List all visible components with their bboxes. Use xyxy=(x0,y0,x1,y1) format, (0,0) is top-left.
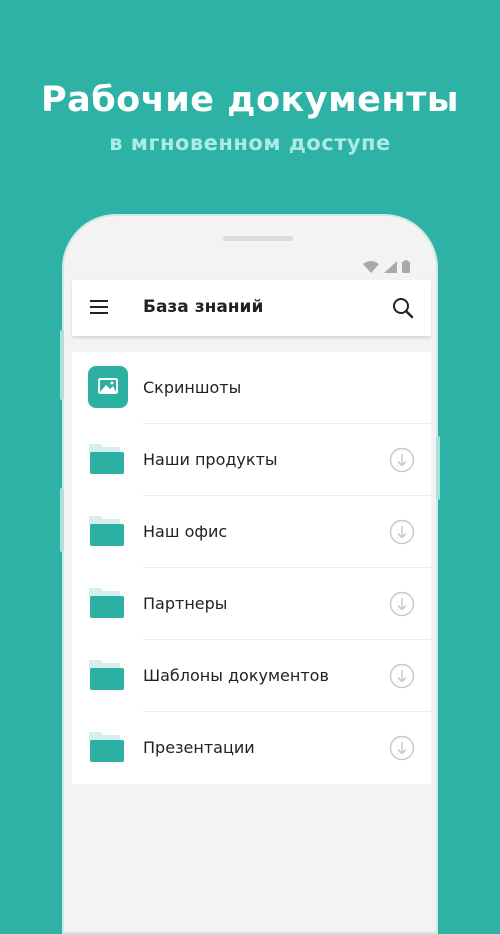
hamburger-menu-icon[interactable] xyxy=(90,300,108,314)
download-icon[interactable] xyxy=(389,519,415,545)
list-item[interactable]: Шаблоны документов xyxy=(72,640,431,712)
folder-icon xyxy=(88,510,128,552)
signal-icon xyxy=(384,260,397,273)
list-item[interactable]: Наши продукты xyxy=(72,424,431,496)
image-folder-icon xyxy=(88,366,128,408)
download-icon[interactable] xyxy=(389,447,415,473)
phone-speaker xyxy=(223,236,293,241)
list-item-label: Презентации xyxy=(143,738,255,757)
promo-subline: в мгновенном доступе xyxy=(109,131,391,155)
list-item-label: Партнеры xyxy=(143,594,228,613)
search-icon[interactable] xyxy=(392,297,414,319)
phone-side-button xyxy=(60,488,64,552)
list-item[interactable]: Презентации xyxy=(72,712,431,784)
folder-icon xyxy=(88,726,128,768)
list-item-label: Шаблоны документов xyxy=(143,666,329,685)
promo-headline: Рабочие документы xyxy=(40,80,460,120)
status-bar xyxy=(363,260,410,273)
list-item[interactable]: Наш офис xyxy=(72,496,431,568)
folder-icon xyxy=(88,582,128,624)
folder-icon xyxy=(88,654,128,696)
list-item-label: Наш офис xyxy=(143,522,228,541)
list-item[interactable]: Скриншоты xyxy=(72,352,431,424)
battery-icon xyxy=(402,260,410,273)
download-icon[interactable] xyxy=(389,591,415,617)
list-item[interactable]: Партнеры xyxy=(72,568,431,640)
phone-side-button xyxy=(60,330,64,400)
download-icon[interactable] xyxy=(389,663,415,689)
folder-list: Скриншоты Наши продукты Наш офис Партнер… xyxy=(72,352,431,784)
download-icon[interactable] xyxy=(389,735,415,761)
phone-power-button xyxy=(436,436,440,500)
app-title: База знаний xyxy=(143,297,264,317)
wifi-icon xyxy=(363,260,379,273)
app-bar: База знаний xyxy=(72,280,431,336)
folder-icon xyxy=(88,438,128,480)
list-item-label: Скриншоты xyxy=(143,378,242,397)
list-item-label: Наши продукты xyxy=(143,450,278,469)
